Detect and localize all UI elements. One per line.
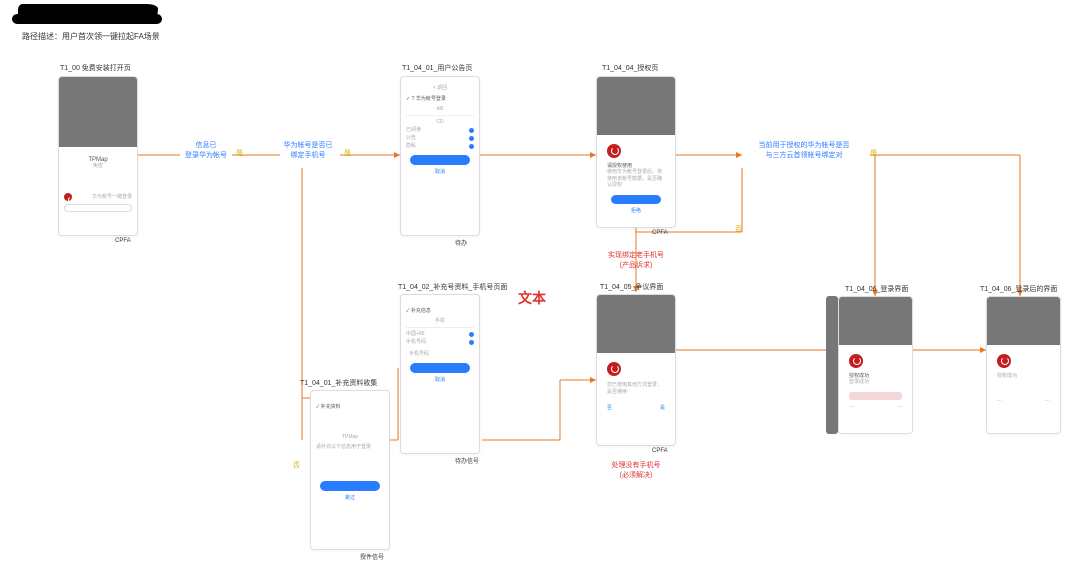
screen-t1-04-04: 请授权使用 使用华为帐号登录后，将使用该帐号数据，是否确认授权 拒绝 <box>596 76 676 228</box>
q2-yes: 是 <box>344 148 351 158</box>
caption-t1-04-04: CPFA <box>652 230 668 236</box>
login-body-2: 授权成功 <box>997 373 1050 380</box>
question-q2: 华为帐号是否已 绑定手机号 <box>276 140 340 160</box>
q3-yes: 是 <box>870 148 877 158</box>
huawei-icon <box>64 193 72 201</box>
caption-t1-04-05: CPFA <box>652 448 668 454</box>
phone-line: 手机 <box>406 318 474 324</box>
note-bind-phone: 实现绑定老手机号 (产品诉求) <box>596 250 676 270</box>
opt-a[interactable]: ⋯ <box>849 404 854 410</box>
huawei-icon <box>997 354 1011 368</box>
dispute-body: 您已使用其他方式登录，是否继续 <box>607 382 665 395</box>
status-bar <box>849 392 902 400</box>
question-q1: 信息已 登录华为帐号 <box>180 140 232 160</box>
opt-country: 中国+86 <box>406 331 424 337</box>
flow-connectors <box>0 0 1080 574</box>
q1-yes: 是 <box>236 148 243 158</box>
opt-b2[interactable]: ⋯ <box>1045 398 1050 404</box>
huawei-icon <box>849 354 863 368</box>
label-t1-04-05: T1_04_05_争议界面 <box>600 282 663 292</box>
path-description: 路径描述：用户首次领一键拉起FA场景 <box>22 31 160 42</box>
caption-t1-00: CPFA <box>115 238 131 244</box>
huawei-icon <box>607 362 621 376</box>
note-no-phone: 处理没有手机号 (必须解决) <box>596 460 676 480</box>
check-icon-2 <box>469 136 474 141</box>
cancel-link-2[interactable]: 取消 <box>406 376 474 383</box>
label-t1-04-04: T1_04_04_授权页 <box>602 63 658 73</box>
label-t1-04-01b: T1_04_01_补充资料收集 <box>300 378 377 388</box>
line-cd: CD <box>406 119 474 125</box>
check-icon-3 <box>469 144 474 149</box>
cancel-link[interactable]: 取消 <box>406 168 474 175</box>
screen-t1-04-01: < 返回 ✓ T 华为帐号登录 AB CD 已阅读 公告 隐私 取消 <box>400 76 480 236</box>
label-t1-04-06b: T1_04_06_登录后的界面 <box>980 284 1057 294</box>
alt-login-button[interactable] <box>64 204 132 212</box>
note2: 公告 <box>406 135 416 141</box>
auth-body: 使用华为帐号登录后，将使用该帐号数据，是否确认授权 <box>607 169 665 189</box>
submit-button[interactable] <box>320 481 380 491</box>
sect2: 补充信息 <box>411 308 431 314</box>
label-t1-04-06: T1_04_06_登录界面 <box>845 284 908 294</box>
caption-t1-04-01: 待办 <box>455 238 467 247</box>
skip-link[interactable]: 跳过 <box>316 494 384 501</box>
caption-t1-04-01b: 授件信号 <box>360 552 384 561</box>
label-t1-04-02: T1_04_02_补充号资料_手机号页面 <box>398 282 507 292</box>
screen-t1-00: TPMap 免密 华为帐号一键登录 <box>58 76 138 236</box>
confirm-button[interactable] <box>410 363 470 373</box>
question-q3: 当前用于授权的华为帐号是否 与三方云首领帐号绑定对 <box>744 140 864 160</box>
agree-button[interactable] <box>410 155 470 165</box>
note3: 隐私 <box>406 143 416 149</box>
label-t1-00: T1_00 免费安装打开页 <box>60 63 131 73</box>
radio-icon-2 <box>469 340 474 345</box>
screen-t1-04-01b: ✓ 补充资料 TPMap 请补充以下信息用于登录 跳过 <box>310 390 390 550</box>
hw-login-text: 华为帐号一键登录 <box>92 194 132 200</box>
app-sub: 免密 <box>64 163 132 169</box>
screen-t1-04-02: ✓ 补充信息 手机 中国+86 手机号码 · 手机号码 取消 <box>400 294 480 454</box>
huawei-icon <box>607 144 621 158</box>
radio-icon <box>469 332 474 337</box>
opt-b[interactable]: ⋯ <box>897 404 902 410</box>
note1: 已阅读 <box>406 127 421 133</box>
opt-phone: 手机号码 <box>406 339 426 345</box>
q2-no: 否 <box>293 460 300 470</box>
authorize-button[interactable] <box>611 195 661 204</box>
caption-t1-04-02: 待办信号 <box>455 456 479 465</box>
label-t1-04-01: T1_04_01_用户公告页 <box>402 63 472 73</box>
check-icon <box>469 128 474 133</box>
sect-title: T 华为帐号登录 <box>412 96 446 102</box>
redaction-scribble-2 <box>12 14 162 24</box>
screen-t1-04-06b: 授权成功 ⋯ ⋯ <box>986 296 1061 434</box>
screen-t1-04-05: 您已使用其他方式登录，是否继续 否 是 <box>596 294 676 446</box>
rail-left <box>826 296 838 434</box>
login-body: 登录成功 <box>849 379 902 386</box>
no-btn[interactable]: 否 <box>607 405 612 411</box>
yes-btn[interactable]: 是 <box>660 405 665 411</box>
text-marker: 文本 <box>518 288 546 308</box>
q3-no: 否 <box>735 224 742 234</box>
screen-t1-04-06: 授权成功 登录成功 ⋯ ⋯ <box>838 296 913 434</box>
opt-a2[interactable]: ⋯ <box>997 398 1002 404</box>
deny-link[interactable]: 拒绝 <box>607 207 665 214</box>
line-ab: AB <box>406 106 474 112</box>
